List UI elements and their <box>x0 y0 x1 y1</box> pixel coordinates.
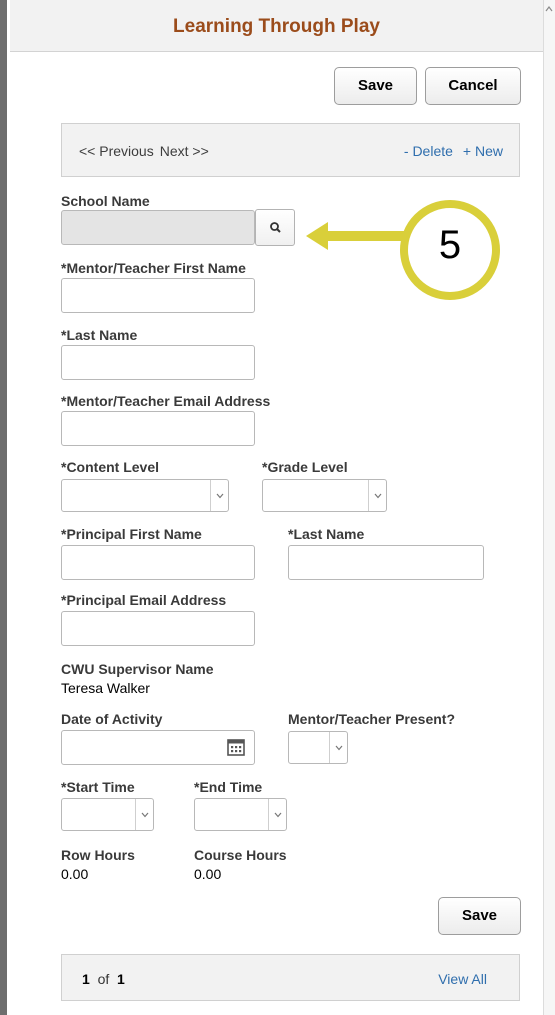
course-hours-label: Course Hours <box>194 847 287 863</box>
next-link[interactable]: Next >> <box>160 143 209 159</box>
content-level-label: *Content Level <box>61 459 160 475</box>
chevron-down-icon <box>274 812 282 818</box>
mentor-first-name-label: *Mentor/Teacher First Name <box>61 260 246 276</box>
last-name-field[interactable] <box>61 345 255 380</box>
previous-link[interactable]: << Previous <box>79 143 154 159</box>
last-name-label: *Last Name <box>61 327 138 343</box>
supervisor-label: CWU Supervisor Name <box>61 661 214 677</box>
principal-first-name-field[interactable] <box>61 545 255 580</box>
save-button[interactable]: Save <box>334 67 417 105</box>
record-actions: - Delete + New <box>394 143 503 159</box>
supervisor-value: Teresa Walker <box>61 680 150 696</box>
school-name-label: School Name <box>61 193 150 209</box>
grade-level-select[interactable] <box>262 479 387 512</box>
principal-last-name-label: *Last Name <box>288 526 365 542</box>
calendar-icon[interactable] <box>225 736 247 758</box>
mentor-present-label: Mentor/Teacher Present? <box>288 711 456 727</box>
row-hours-label: Row Hours <box>61 847 135 863</box>
start-time-select[interactable] <box>61 798 154 831</box>
title-bar: Learning Through Play <box>10 0 543 52</box>
page-title: Learning Through Play <box>173 16 380 37</box>
scroll-up-icon[interactable] <box>545 6 553 12</box>
content-level-select[interactable] <box>61 479 229 512</box>
school-lookup-button[interactable] <box>255 209 295 246</box>
chevron-down-icon <box>335 745 343 751</box>
chevron-down-icon <box>141 812 149 818</box>
mentor-email-label: *Mentor/Teacher Email Address <box>61 393 271 409</box>
pagination-bar: 1 of 1 View All <box>61 954 520 1001</box>
cancel-button[interactable]: Cancel <box>425 67 521 105</box>
date-of-activity-label: Date of Activity <box>61 711 163 727</box>
course-hours-value: 0.00 <box>194 866 222 882</box>
annotation-arrow-icon <box>306 222 410 250</box>
chevron-down-icon <box>374 493 382 499</box>
current-page: 1 <box>82 971 90 987</box>
page-counter: 1 of 1 <box>82 971 125 987</box>
mentor-first-name-field[interactable] <box>61 278 255 313</box>
search-icon <box>270 222 281 233</box>
school-name-field <box>61 210 255 245</box>
of-label: of <box>97 971 110 987</box>
annotation-number: 5 <box>438 223 462 267</box>
window-edge <box>0 0 7 1015</box>
bottom-save-button[interactable]: Save <box>438 897 521 935</box>
principal-email-label: *Principal Email Address <box>61 592 227 608</box>
end-time-label: *End Time <box>194 779 263 795</box>
end-time-select[interactable] <box>194 798 287 831</box>
mentor-present-select[interactable] <box>288 731 348 764</box>
new-link[interactable]: + New <box>463 143 503 159</box>
mentor-email-field[interactable] <box>61 411 255 446</box>
total-pages: 1 <box>117 971 125 987</box>
scrollbar[interactable] <box>543 0 555 1015</box>
record-navigation-bar: << Previous Next >> - Delete + New <box>61 123 520 177</box>
grade-level-label: *Grade Level <box>262 459 348 475</box>
principal-first-name-label: *Principal First Name <box>61 526 202 542</box>
principal-email-field[interactable] <box>61 611 255 646</box>
row-hours-value: 0.00 <box>61 866 89 882</box>
principal-last-name-field[interactable] <box>288 545 484 580</box>
annotation-callout: 5 <box>400 200 500 300</box>
start-time-label: *Start Time <box>61 779 135 795</box>
chevron-down-icon <box>216 493 224 499</box>
delete-link[interactable]: - Delete <box>404 143 453 159</box>
record-nav-links: << Previous Next >> <box>79 143 215 159</box>
view-all-link[interactable]: View All <box>438 971 487 987</box>
